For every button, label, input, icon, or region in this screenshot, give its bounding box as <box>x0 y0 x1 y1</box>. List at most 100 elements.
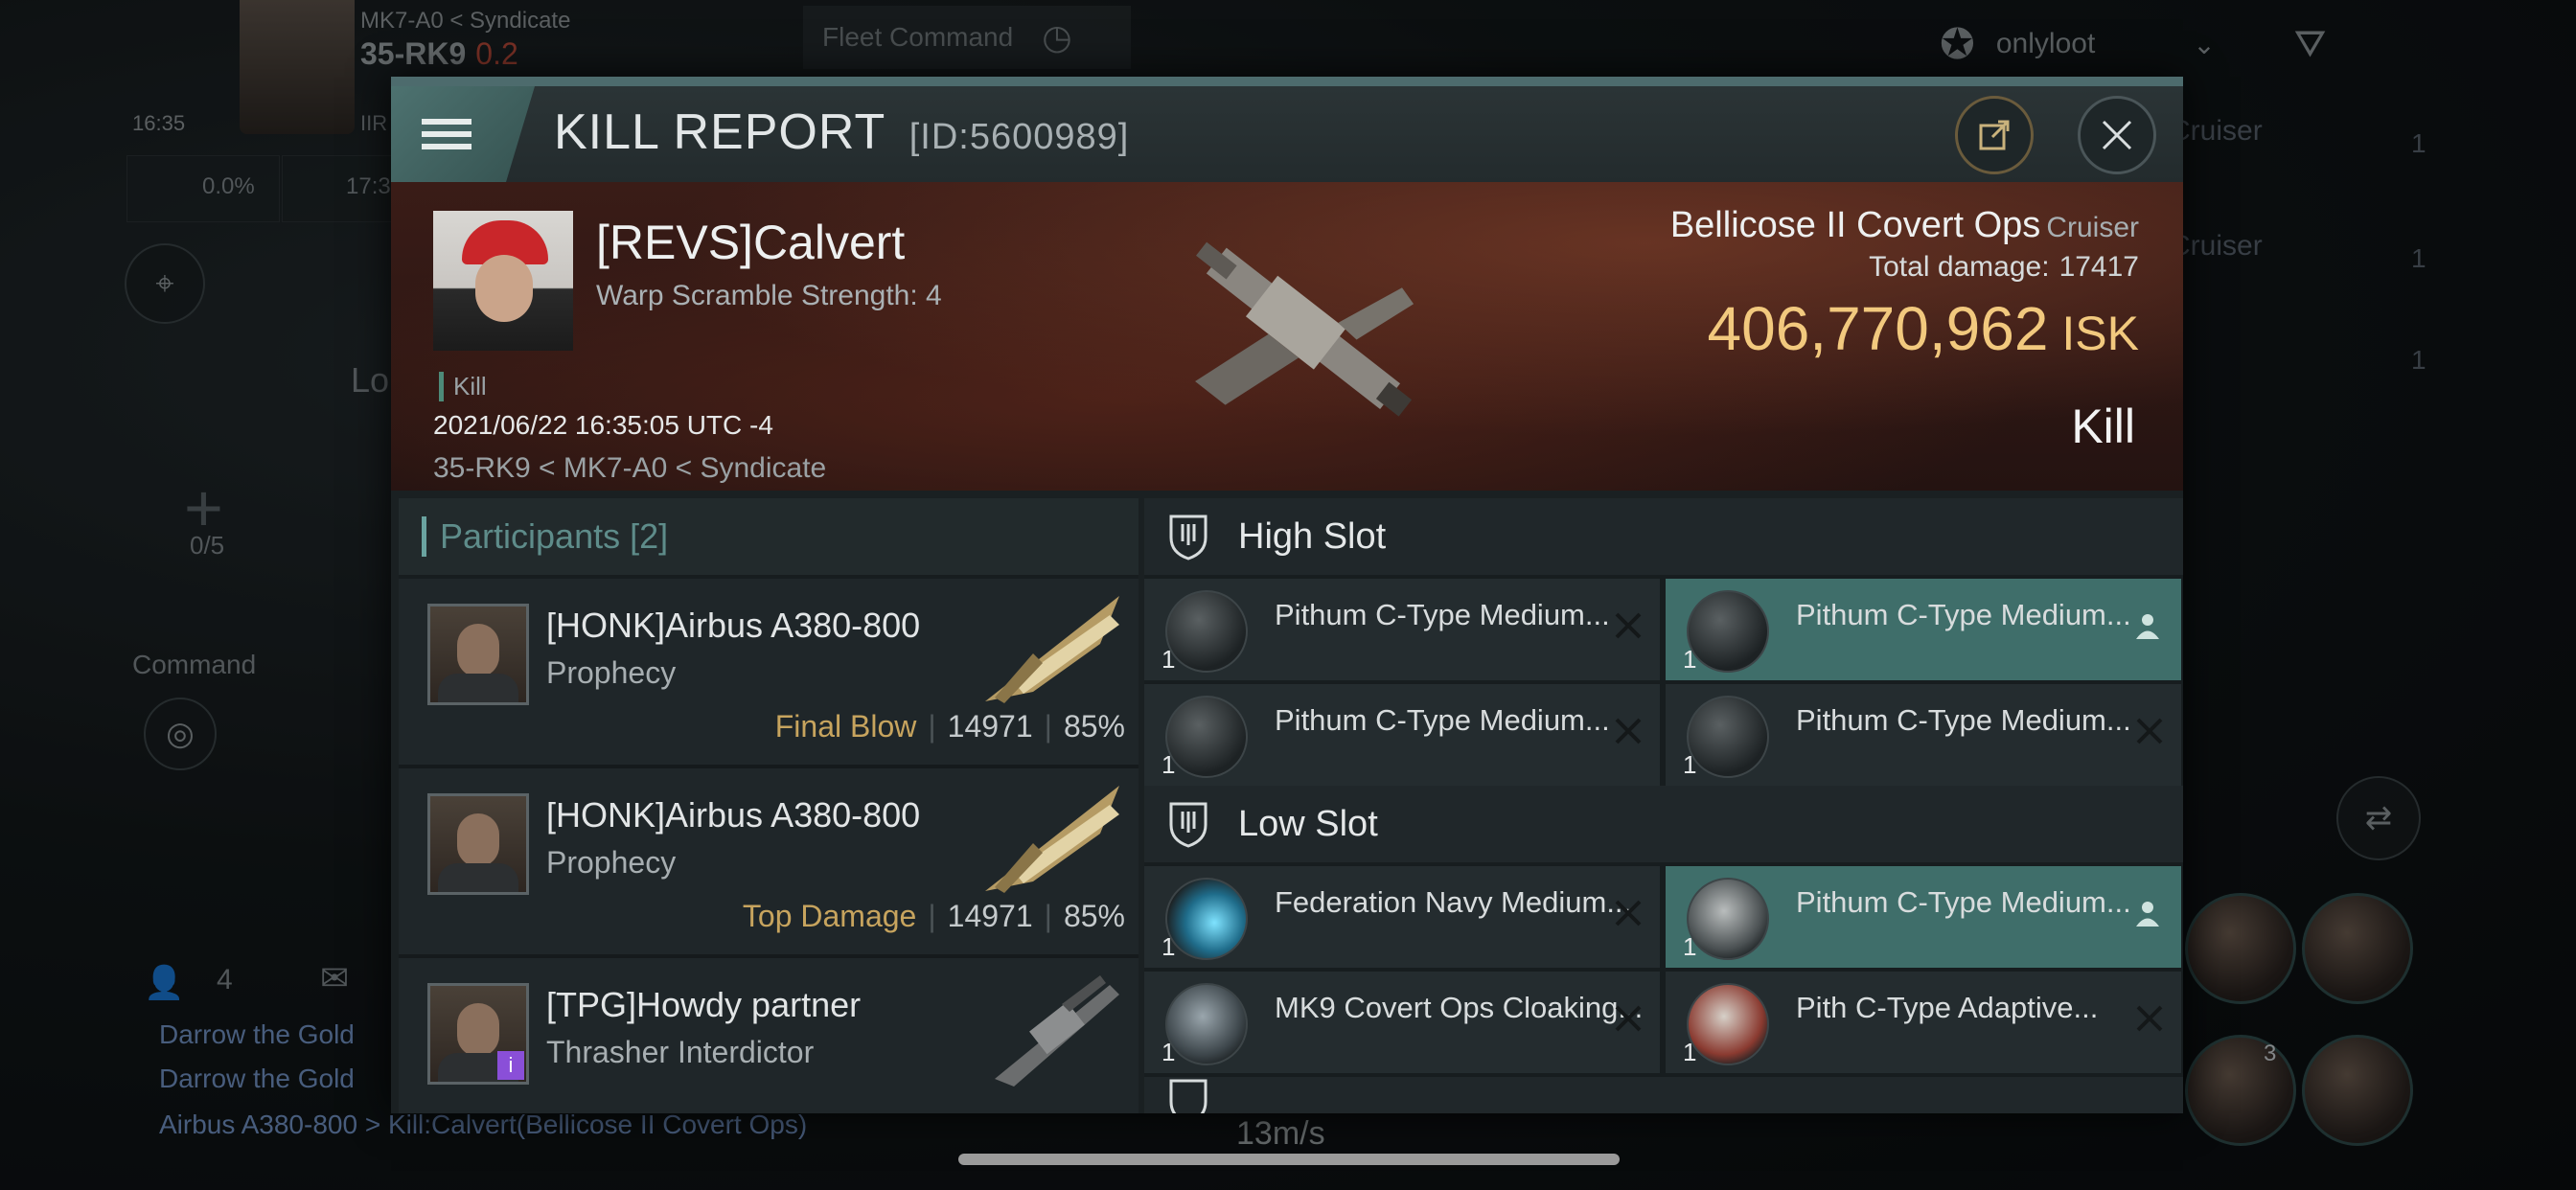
module-qty: 1 <box>1683 750 1697 779</box>
participant-stats: Final Blow | 14971 | 85% <box>775 709 1125 744</box>
module-item[interactable]: 1 Pithum C-Type Medium... <box>1666 866 2181 968</box>
participant-name: [HONK]Airbus A380-800 <box>546 795 921 835</box>
shirt <box>438 674 518 702</box>
destroyed-icon <box>1615 900 1642 927</box>
shirt <box>438 863 518 892</box>
high-slot-label: High Slot <box>1238 515 1387 557</box>
final-blow-tag: Final Blow <box>774 709 917 744</box>
ship-class: Cruiser <box>2046 212 2139 243</box>
participant-row[interactable]: [HONK]Airbus A380-800 Prophecy Top Damag… <box>399 768 1138 958</box>
participant-portrait[interactable] <box>427 793 529 895</box>
participant-pct: 85% <box>1063 899 1125 933</box>
module-qty: 1 <box>1683 1038 1697 1066</box>
hamburger-icon <box>422 112 472 156</box>
shield-icon <box>1169 1079 1208 1113</box>
ship-type[interactable]: Bellicose II Covert Ops Cruiser <box>1670 205 2139 246</box>
window-top-accent <box>391 77 2183 86</box>
participant-row[interactable]: [HONK]Airbus A380-800 Prophecy Final Blo… <box>399 579 1138 768</box>
participant-ship-render <box>985 786 1119 893</box>
destroyed-icon <box>1615 612 1642 639</box>
participant-damage: 14971 <box>947 709 1033 744</box>
destroyed-icon <box>1615 1005 1642 1032</box>
destroyed-icon <box>2136 1005 2163 1032</box>
victim-ship-render[interactable] <box>1129 192 1455 479</box>
module-item[interactable]: 1 Pithum C-Type Medium... <box>1144 579 1660 680</box>
module-item[interactable]: 1 Federation Navy Medium... <box>1144 866 1660 968</box>
low-slot-label: Low Slot <box>1238 803 1378 844</box>
module-name: MK9 Covert Ops Cloaking... <box>1275 991 1644 1024</box>
ship-name: Bellicose II Covert Ops <box>1669 205 2041 245</box>
module-item[interactable]: 1 Pithum C-Type Medium... <box>1666 684 2181 786</box>
kill-timestamp: 2021/06/22 16:35:05 UTC -4 <box>433 410 773 440</box>
kill-tag: Kill <box>439 372 487 401</box>
next-slot-header <box>1144 1077 2183 1113</box>
menu-button[interactable] <box>391 86 535 182</box>
face <box>457 813 499 867</box>
destroyed-icon <box>1615 718 1642 744</box>
close-icon <box>2102 120 2132 150</box>
title-bar: KILL REPORT [ID:5600989] <box>391 86 2183 182</box>
projectile-turret-icon <box>1165 590 1248 673</box>
participant-ship: Thrasher Interdictor <box>546 1035 815 1069</box>
participant-row[interactable]: i [TPG]Howdy partner Thrasher Interdicto… <box>399 958 1138 1113</box>
cloak-icon <box>1165 983 1248 1065</box>
module-qty: 1 <box>1162 645 1176 674</box>
title-text: KILL REPORT <box>554 104 886 160</box>
module-name: Pithum C-Type Medium... <box>1796 703 2131 737</box>
participants-count: [2] <box>630 516 669 556</box>
participant-name: [TPG]Howdy partner <box>546 985 862 1024</box>
participant-portrait[interactable]: i <box>427 983 529 1085</box>
badge-icon: i <box>497 1051 524 1080</box>
armor-plate-icon <box>1687 878 1769 960</box>
module-name: Pith C-Type Adaptive... <box>1796 991 2099 1024</box>
participant-portrait[interactable] <box>427 604 529 705</box>
face <box>475 255 533 322</box>
module-name: Pithum C-Type Medium... <box>1275 598 1610 631</box>
module-qty: 1 <box>1162 1038 1176 1066</box>
separator: | <box>1044 709 1052 744</box>
module-qty: 1 <box>1683 645 1697 674</box>
participant-ship-render <box>985 596 1119 703</box>
face <box>457 1003 499 1057</box>
module-qty: 1 <box>1683 932 1697 961</box>
participant-ship-render <box>995 975 1119 1087</box>
close-button[interactable] <box>2078 96 2156 174</box>
isk-unit: ISK <box>2061 307 2139 360</box>
separator: | <box>928 899 936 933</box>
isk-value: 406,770,962 ISK <box>1708 293 2140 364</box>
module-name: Pithum C-Type Medium... <box>1275 703 1610 737</box>
module-item[interactable]: 1 Pith C-Type Adaptive... <box>1666 972 2181 1073</box>
victim-portrait[interactable] <box>433 211 573 351</box>
participants-panel: Participants [2] [HONK]Airbus A380-800 P… <box>399 498 1138 1113</box>
home-indicator[interactable] <box>958 1154 1620 1165</box>
share-button[interactable] <box>1955 96 2034 174</box>
victim-name[interactable]: [REVS]Calvert <box>596 215 905 270</box>
module-name: Federation Navy Medium... <box>1275 885 1632 919</box>
participant-ship: Prophecy <box>546 845 677 880</box>
total-damage: Total damage: 17417 <box>1869 251 2139 284</box>
module-qty: 1 <box>1162 932 1176 961</box>
dropped-person-icon <box>2136 614 2159 639</box>
projectile-turret-icon <box>1687 590 1769 673</box>
damage-label: Total damage: <box>1869 251 2050 283</box>
kill-report-window: KILL REPORT [ID:5600989] [REVS]Calvert W… <box>391 77 2183 1113</box>
participants-label: Participants <box>440 516 621 556</box>
dropped-person-icon <box>2136 902 2159 927</box>
damage-value: 17417 <box>2058 251 2139 283</box>
module-item[interactable]: 1 MK9 Covert Ops Cloaking... <box>1144 972 1660 1073</box>
destroyed-icon <box>2136 718 2163 744</box>
face <box>457 624 499 677</box>
separator: | <box>928 709 936 744</box>
module-item[interactable]: 1 Pithum C-Type Medium... <box>1144 684 1660 786</box>
participant-ship: Prophecy <box>546 655 677 690</box>
shield-icon <box>1169 802 1208 848</box>
participants-header: Participants [2] <box>399 498 1138 575</box>
projectile-turret-icon <box>1687 696 1769 778</box>
top-damage-tag: Top Damage <box>742 899 917 933</box>
shield-icon <box>1169 515 1208 561</box>
module-name: Pithum C-Type Medium... <box>1796 885 2131 919</box>
module-item[interactable]: 1 Pithum C-Type Medium... <box>1666 579 2181 680</box>
module-qty: 1 <box>1162 750 1176 779</box>
participant-name: [HONK]Airbus A380-800 <box>546 606 921 645</box>
kill-location[interactable]: 35-RK9 < MK7-A0 < Syndicate <box>433 452 826 485</box>
